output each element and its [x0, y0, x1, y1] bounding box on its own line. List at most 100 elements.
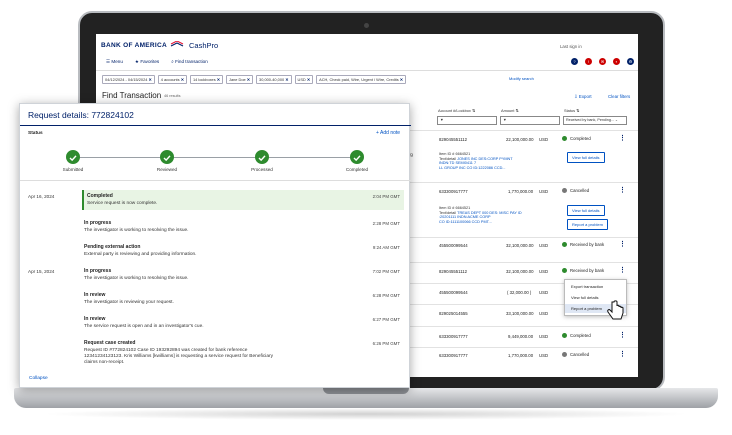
filter-chip[interactable]: 30,000-40,000 ✕	[256, 75, 292, 84]
account-filter-input[interactable]: ▼	[437, 116, 497, 125]
report-problem-button[interactable]: Report a problem	[567, 219, 608, 230]
close-icon[interactable]: ✕	[217, 77, 220, 82]
event-title: Completed	[87, 193, 113, 199]
column-header-amount[interactable]: Amount ⇅	[501, 108, 519, 113]
modify-search-link[interactable]: Modify search	[509, 76, 534, 81]
amount-cell: 33,100,000.00	[506, 311, 534, 316]
step-check-icon	[255, 150, 269, 164]
event-title: Pending external action	[84, 244, 141, 250]
detail-link[interactable]: INDN:TD SEMI0411 7	[439, 161, 476, 165]
row-detail: Item ID # 6664521 Text/detail TREAS DEPT…	[439, 206, 522, 224]
alerts-icon[interactable]: !	[585, 58, 592, 65]
currency-cell: USD	[539, 189, 549, 194]
timeline-event: Pending external action External party i…	[82, 244, 404, 264]
view-full-details-button[interactable]: View full details	[567, 205, 605, 216]
close-icon[interactable]: ✕	[285, 77, 288, 82]
event-time: 2:04 PM GMT	[372, 194, 400, 199]
status-heading: Status	[28, 131, 43, 136]
stage: BANK OF AMERICA CashPro Last sign in ☰ M…	[0, 0, 732, 435]
messages-icon[interactable]: ▪	[613, 58, 620, 65]
menu-item-export[interactable]: Export transaction	[571, 284, 603, 289]
detail-link[interactable]: TREAS DEPT 000 DES: MISC PAY ID	[457, 211, 522, 215]
settings-icon[interactable]: ⚙	[627, 58, 634, 65]
top-nav: ☰ Menu ★ Favorites ⌕ Find transaction	[106, 59, 208, 65]
filter-chip[interactable]: USD ✕	[294, 75, 314, 84]
column-header-status[interactable]: Status ⇅	[564, 108, 579, 113]
event-description-line: claims non-receipt.	[84, 360, 125, 365]
status-label: Received by bank	[570, 242, 605, 247]
step-check-icon	[350, 150, 364, 164]
more-options-icon[interactable]: ⋮	[619, 331, 626, 339]
status-dot	[562, 188, 567, 193]
status-label: Cancelled	[570, 188, 590, 193]
filter-chip[interactable]: ACH, Check paid, Wire, Urgent / Wire, Cr…	[316, 75, 407, 84]
status-dot	[562, 136, 567, 141]
close-icon[interactable]: ✕	[307, 77, 310, 82]
progress-track	[73, 157, 353, 158]
panel-title: Request details: 772824102	[28, 110, 134, 120]
login-info: Last sign in	[560, 44, 582, 49]
detail-link[interactable]: JONES INC DES:CORP PYMNT	[457, 157, 512, 161]
flag-logo-icon	[170, 41, 184, 47]
event-title: Request case created	[84, 340, 136, 346]
detail-link[interactable]: LL GROUP INC CO ID:1222086 CCD...	[439, 166, 505, 170]
filter-chip[interactable]: Jane Doe ✕	[226, 75, 254, 84]
export-link[interactable]: ⇩ Export	[574, 94, 592, 100]
detail-label: Item ID #	[439, 206, 455, 210]
add-note-button[interactable]: + Add note	[376, 130, 400, 136]
account-cell: 829025014555	[439, 311, 468, 316]
amount-filter-input[interactable]: ▼	[500, 116, 560, 125]
status-badge: Received by bank	[562, 268, 604, 273]
collapse-link[interactable]: Collapse	[29, 376, 48, 381]
close-icon[interactable]: ✕	[247, 77, 250, 82]
account-cell: 633300917777	[439, 353, 468, 358]
more-options-icon[interactable]: ⋮	[619, 134, 626, 142]
amount-cell: 22,100,000.00	[506, 137, 534, 142]
find-transaction-link[interactable]: ⌕ Find transaction	[171, 59, 208, 65]
status-label: Completed	[570, 136, 591, 141]
menu-item-view-details[interactable]: View full details	[571, 295, 599, 300]
more-options-icon[interactable]: ⋮	[619, 240, 626, 248]
favorites-link[interactable]: ★ Favorites	[135, 59, 159, 65]
account-cell: 455500099544	[439, 243, 468, 248]
clear-filters-link[interactable]: Clear filters	[608, 94, 630, 99]
status-label: Cancelled	[570, 352, 590, 357]
menu-link[interactable]: ☰ Menu	[106, 59, 123, 65]
event-description-line: 12341234123123. Kris Williams [kwilliams…	[84, 354, 274, 359]
close-icon[interactable]: ✕	[181, 77, 184, 82]
account-cell: 829045551112	[439, 137, 468, 142]
chip-label: 04/12/2024 - 04/15/2024	[105, 77, 148, 82]
laptop-shadow	[40, 408, 692, 420]
brand-logo: BANK OF AMERICA	[101, 42, 168, 49]
view-full-details-button[interactable]: View full details	[567, 152, 605, 163]
status-dot	[562, 268, 567, 273]
help-icon[interactable]: ?	[571, 58, 578, 65]
close-icon[interactable]: ✕	[400, 77, 403, 82]
status-badge: Cancelled	[562, 188, 589, 193]
chip-label: Jane Doe	[229, 77, 246, 82]
page-title: Find Transaction	[102, 91, 162, 100]
more-options-icon[interactable]: ⋮	[619, 186, 626, 194]
close-icon[interactable]: ✕	[149, 77, 152, 82]
status-filter-select[interactable]: Received by bank, Pending... ⌄	[563, 116, 627, 125]
more-options-icon[interactable]: ⋮	[619, 266, 626, 274]
event-title: In review	[84, 292, 106, 298]
notifications-icon[interactable]: ✉	[599, 58, 606, 65]
event-description: Request ID #772824102 Case ID 193292894 …	[84, 348, 273, 366]
detail-link[interactable]: :20201111 INDN:ACME CORP	[439, 215, 491, 219]
currency-cell: USD	[539, 290, 549, 295]
event-title: In progress	[84, 268, 112, 274]
filter-chip[interactable]: 4 accounts ✕	[157, 75, 187, 84]
more-options-icon[interactable]: ⋮	[619, 350, 626, 358]
date-label: Apr 15, 2024	[28, 269, 55, 274]
column-label: Status	[564, 108, 576, 113]
date-label: Apr 16, 2024	[28, 194, 55, 199]
filter-chip[interactable]: 14 lockboxes ✕	[189, 75, 224, 84]
amount-cell: ( 32,000.00 )	[507, 290, 532, 295]
amount-cell: 9,449,000.00	[508, 334, 534, 339]
status-dot	[562, 242, 567, 247]
column-header-account[interactable]: Account #/Lockbox ⇅	[438, 108, 475, 113]
laptop-notch	[323, 388, 409, 394]
filter-chip[interactable]: 04/12/2024 - 04/15/2024 ✕	[102, 75, 155, 84]
detail-link[interactable]: CO ID:1111100066 CCD PMT...	[439, 220, 492, 224]
